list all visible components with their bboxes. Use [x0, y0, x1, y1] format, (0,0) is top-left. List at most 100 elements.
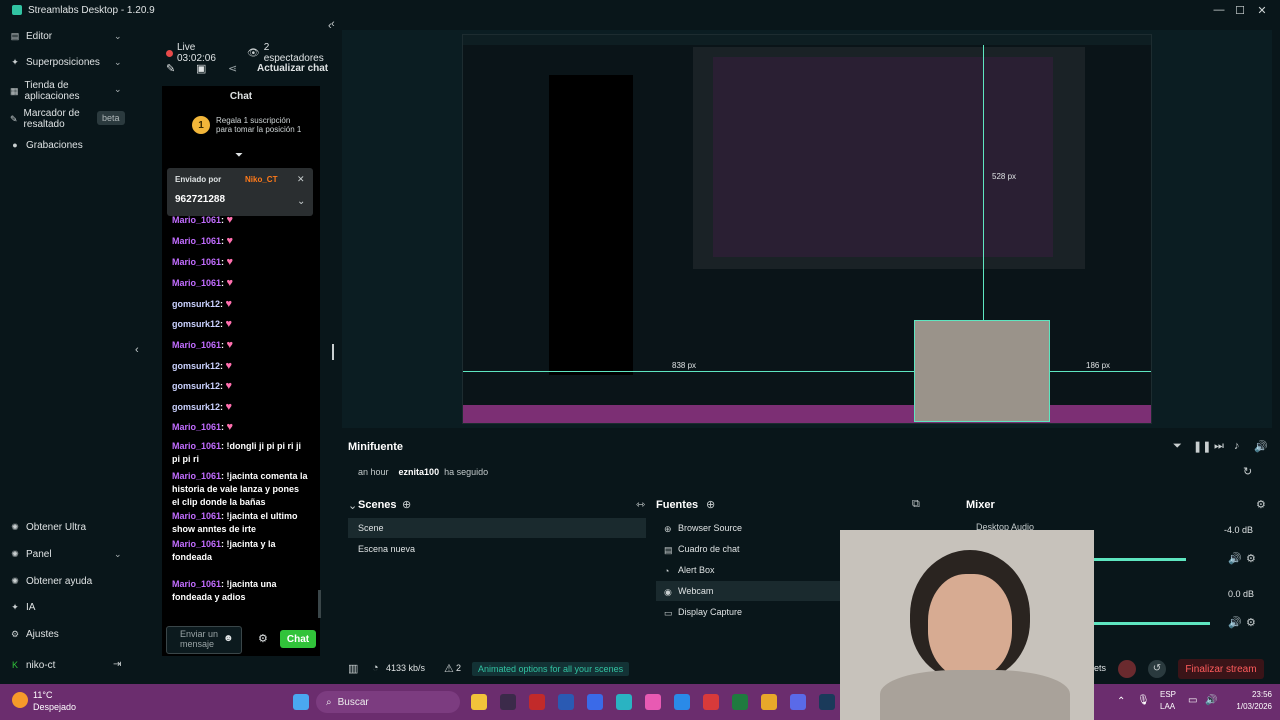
- app-icon[interactable]: [529, 694, 545, 710]
- channel-gear-icon[interactable]: ⚙: [1246, 616, 1256, 629]
- record-button[interactable]: [1118, 660, 1136, 678]
- chevron-down-icon[interactable]: ⌄: [297, 196, 305, 207]
- chat-username[interactable]: Mario_1061: [172, 340, 221, 350]
- app-icon[interactable]: [645, 694, 661, 710]
- sidebar-item-dashboard[interactable]: ✺ Panel: [10, 549, 51, 560]
- chat-username[interactable]: gomsurk12: [172, 402, 220, 412]
- source-item[interactable]: Display Capture: [678, 602, 742, 622]
- chat-username[interactable]: Mario_1061: [172, 579, 221, 589]
- chat-username[interactable]: gomsurk12: [172, 299, 220, 309]
- chat-username[interactable]: Mario_1061: [172, 539, 221, 549]
- scene-item[interactable]: Scene: [348, 518, 646, 538]
- mute-icon[interactable]: ♪: [1234, 440, 1240, 452]
- filter-icon[interactable]: ⏷: [1173, 440, 1182, 453]
- minimize-button[interactable]: —: [1208, 0, 1230, 20]
- add-scene-icon[interactable]: ⊕: [402, 498, 411, 511]
- language-line-2[interactable]: LAA: [1160, 702, 1175, 711]
- chat-settings-gear-icon[interactable]: ⚙: [258, 632, 268, 645]
- chat-username[interactable]: Mario_1061: [172, 236, 221, 246]
- volume-icon[interactable]: 🔊: [1228, 616, 1242, 629]
- chat-username[interactable]: Mario_1061: [172, 471, 221, 481]
- scene-item[interactable]: Escena nueva: [358, 539, 415, 559]
- volume-slider[interactable]: [1094, 558, 1186, 561]
- maximize-button[interactable]: ☐: [1229, 0, 1251, 20]
- chevron-up-icon[interactable]: ⌃: [1117, 696, 1125, 707]
- chat-username[interactable]: Mario_1061: [172, 257, 221, 267]
- chevron-down-icon[interactable]: ⌄: [114, 84, 122, 95]
- collapse-pinned-icon[interactable]: ⏷: [235, 150, 243, 161]
- close-button[interactable]: ✕: [1251, 0, 1273, 20]
- excel-icon[interactable]: [732, 694, 748, 710]
- performance-icon[interactable]: ▥: [348, 662, 358, 675]
- channel-gear-icon[interactable]: ⚙: [1246, 552, 1256, 565]
- discord-icon[interactable]: [790, 694, 806, 710]
- add-source-icon[interactable]: ⊕: [706, 498, 715, 511]
- share-icon[interactable]: ⋖: [228, 62, 237, 75]
- sidebar-item-editor[interactable]: ▤ Editor: [10, 31, 52, 42]
- chevron-down-icon[interactable]: ⌄: [114, 57, 122, 68]
- pause-icon[interactable]: ❚❚: [1193, 440, 1211, 453]
- network-icon[interactable]: ▭: [1188, 695, 1197, 706]
- skip-icon[interactable]: ⏭: [1214, 440, 1224, 453]
- hint-banner[interactable]: Animated options for all your scenes: [472, 662, 630, 676]
- refresh-chat-button[interactable]: Actualizar chat: [257, 63, 328, 74]
- sidebar-item-settings[interactable]: ⚙ Ajustes: [10, 629, 59, 640]
- refresh-icon[interactable]: ↻: [1243, 465, 1252, 478]
- sidebar-item-ultra[interactable]: ✺ Obtener Ultra: [10, 522, 86, 533]
- sidebar-item-help[interactable]: ✺ Obtener ayuda: [10, 576, 92, 587]
- expand-sidebar-icon[interactable]: ‹: [135, 344, 139, 356]
- gift-banner[interactable]: 1 Regala 1 suscripción para tomar la pos…: [192, 116, 302, 134]
- chevron-down-icon[interactable]: ⌄: [114, 31, 122, 42]
- chevron-down-icon[interactable]: ⌄: [114, 549, 122, 560]
- sidebar-item-overlays[interactable]: ✦ Superposiciones: [10, 57, 100, 68]
- windows-start-icon[interactable]: [293, 694, 309, 710]
- webcam-source-selection[interactable]: [914, 320, 1050, 422]
- app-icon[interactable]: [587, 694, 603, 710]
- chat-username[interactable]: Mario_1061: [172, 215, 221, 225]
- scene-transition-icon[interactable]: ⇿: [636, 498, 645, 511]
- chat-send-button[interactable]: Chat: [280, 630, 316, 648]
- replay-buffer-icon[interactable]: ↺: [1148, 660, 1166, 678]
- sidebar-item-recordings[interactable]: ● Grabaciones: [10, 140, 82, 151]
- app-icon[interactable]: [703, 694, 719, 710]
- collapse-chat-icon[interactable]: ‹: [331, 18, 335, 30]
- sidebar-item-account[interactable]: K niko-ct: [10, 660, 55, 671]
- volume-icon[interactable]: 🔊: [1254, 440, 1268, 453]
- popout-icon[interactable]: ▣: [196, 62, 206, 75]
- logout-icon[interactable]: ⇥: [113, 659, 121, 670]
- mixer-settings-gear-icon[interactable]: ⚙: [1256, 498, 1266, 511]
- source-item[interactable]: Cuadro de chat: [678, 539, 740, 559]
- steam-icon[interactable]: [819, 694, 835, 710]
- speaker-icon[interactable]: 🔊: [1205, 695, 1217, 706]
- folder-icon[interactable]: ⧉: [912, 498, 920, 511]
- clock-time[interactable]: 23:56: [1240, 690, 1272, 699]
- sidebar-item-highlighter[interactable]: ✎ Marcador de resaltado: [10, 108, 94, 130]
- edit-icon[interactable]: ✎: [166, 62, 175, 75]
- chat-username[interactable]: Mario_1061: [172, 278, 221, 288]
- chat-username[interactable]: gomsurk12: [172, 319, 220, 329]
- panel-resize-handle[interactable]: [332, 344, 334, 360]
- unpin-icon[interactable]: ✕: [297, 174, 305, 185]
- end-stream-button[interactable]: Finalizar stream: [1178, 659, 1264, 679]
- app-icon[interactable]: [500, 694, 516, 710]
- microphone-icon[interactable]: 🎙: [1137, 695, 1150, 706]
- volume-icon[interactable]: 🔊: [1228, 552, 1242, 565]
- file-explorer-icon[interactable]: [471, 694, 487, 710]
- app-icon[interactable]: [674, 694, 690, 710]
- chat-username[interactable]: Mario_1061: [172, 422, 221, 432]
- language-line-1[interactable]: ESP: [1160, 690, 1176, 699]
- source-item[interactable]: Browser Source: [678, 518, 742, 538]
- chat-username[interactable]: gomsurk12: [172, 361, 220, 371]
- chat-username[interactable]: Mario_1061: [172, 441, 221, 451]
- source-item[interactable]: Alert Box: [678, 560, 715, 580]
- warning-icon[interactable]: ⚠: [444, 662, 454, 675]
- edge-icon[interactable]: [616, 694, 632, 710]
- emoji-icon[interactable]: ☻: [223, 633, 234, 644]
- word-icon[interactable]: [558, 694, 574, 710]
- chat-scrollbar[interactable]: [318, 590, 321, 618]
- source-item-selected[interactable]: Webcam: [656, 581, 846, 601]
- stream-preview[interactable]: 838 px 186 px 528 px: [342, 30, 1272, 428]
- chat-username[interactable]: Mario_1061: [172, 511, 221, 521]
- chat-username[interactable]: gomsurk12: [172, 381, 220, 391]
- chevron-down-icon[interactable]: ⌄: [348, 499, 357, 512]
